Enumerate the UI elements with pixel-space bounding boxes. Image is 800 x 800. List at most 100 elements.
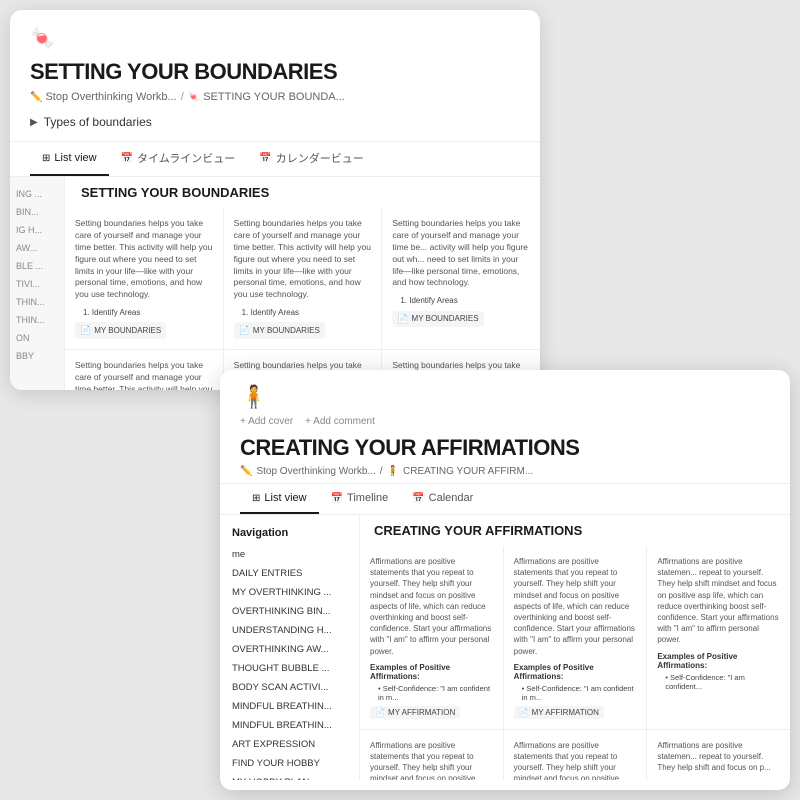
top-card-3: Setting boundaries helps you take care o… bbox=[65, 350, 223, 390]
bottom-card-text-3: Affirmations are positive statements tha… bbox=[370, 740, 493, 780]
add-actions: + Add cover + Add comment bbox=[240, 416, 770, 427]
top-card-2: Setting boundaries helps you take care o… bbox=[382, 208, 540, 349]
bottom-card-5: Affirmations are positive statemen... re… bbox=[647, 730, 790, 780]
top-panel: 🍬 SETTING YOUR BOUNDARIES ✏️ Stop Overth… bbox=[10, 10, 540, 390]
person-icon: 🧍 bbox=[240, 384, 770, 410]
logo-icon: 🍬 bbox=[30, 26, 520, 51]
bottom-breadcrumb-sep: / bbox=[380, 466, 383, 477]
sidebar-item-4[interactable]: BLE ... bbox=[10, 257, 64, 275]
bottom-main: CREATING YOUR AFFIRMATIONS Affirmations … bbox=[360, 515, 790, 780]
bottom-breadcrumb: ✏️ Stop Overthinking Workb... / 🧍 CREATI… bbox=[240, 466, 770, 477]
sidebar-item-8[interactable]: ON bbox=[10, 329, 64, 347]
nav-item-5[interactable]: OVERTHINKING AW... bbox=[220, 640, 359, 659]
nav-item-11[interactable]: FIND YOUR HOBBY bbox=[220, 754, 359, 773]
nav-item-8[interactable]: MINDFUL BREATHIN... bbox=[220, 697, 359, 716]
bottom-card-2: Affirmations are positive statemen... re… bbox=[647, 546, 790, 729]
nav-item-10[interactable]: ART EXPRESSION bbox=[220, 735, 359, 754]
bottom-card-text-0: Affirmations are positive statements tha… bbox=[370, 556, 493, 657]
top-panel-title: SETTING YOUR BOUNDARIES bbox=[30, 59, 520, 85]
bottom-card-0: Affirmations are positive statements tha… bbox=[360, 546, 503, 729]
candy-icon: 🍬 bbox=[188, 92, 200, 103]
tab-list-view[interactable]: ⊞ List view bbox=[30, 142, 109, 176]
top-panel-header: 🍬 SETTING YOUR BOUNDARIES ✏️ Stop Overth… bbox=[10, 10, 540, 142]
top-main: SETTING YOUR BOUNDARIES Setting boundari… bbox=[65, 177, 540, 390]
bottom-tab-timeline[interactable]: 📅 Timeline bbox=[319, 484, 401, 514]
top-card-0: Setting boundaries helps you take care o… bbox=[65, 208, 223, 349]
sidebar-item-5[interactable]: TIVI... bbox=[10, 275, 64, 293]
card-text-1: Setting boundaries helps you take care o… bbox=[234, 218, 372, 301]
nav-item-1[interactable]: DAILY ENTRIES bbox=[220, 564, 359, 583]
bottom-panel-title: CREATING YOUR AFFIRMATIONS bbox=[240, 435, 770, 461]
bottom-list-icon: ⊞ bbox=[252, 493, 260, 504]
bottom-timeline-icon: 📅 bbox=[331, 493, 343, 504]
card-text-0: Setting boundaries helps you take care o… bbox=[75, 218, 213, 301]
calendar-icon-2: 📅 bbox=[259, 153, 271, 164]
bottom-card-text-1: Affirmations are positive statements tha… bbox=[514, 556, 637, 657]
bottom-card-bullet-0: • Self-Confidence: "I am confident in m.… bbox=[378, 684, 493, 702]
bottom-section-title: CREATING YOUR AFFIRMATIONS bbox=[360, 515, 790, 546]
bottom-tab-timeline-label: Timeline bbox=[347, 492, 388, 504]
top-breadcrumb: ✏️ Stop Overthinking Workb... / 🍬 SETTIN… bbox=[30, 91, 520, 103]
toggle-section[interactable]: ▶ Types of boundaries bbox=[30, 111, 520, 133]
bottom-tab-calendar[interactable]: 📅 Calendar bbox=[400, 484, 485, 514]
sidebar-item-2[interactable]: IG H... bbox=[10, 221, 64, 239]
add-cover-button[interactable]: + Add cover bbox=[240, 416, 293, 427]
card-tag-1: 📄 MY BOUNDARIES bbox=[234, 322, 325, 339]
bottom-breadcrumb-icon-2: 🧍 bbox=[387, 466, 399, 477]
bottom-card-3: Affirmations are positive statements tha… bbox=[360, 730, 503, 780]
bottom-card-bullet-2: • Self-Confidence: "I am confident... bbox=[665, 673, 780, 691]
nav-item-0[interactable]: me bbox=[220, 545, 359, 564]
bottom-card-example-1: Examples of Positive Affirmations: bbox=[514, 663, 637, 681]
breadcrumb-label-1: Stop Overthinking Workb... bbox=[45, 91, 176, 103]
doc-icon-2: 📄 bbox=[397, 313, 408, 326]
tab-calendar[interactable]: 📅 カレンダービュー bbox=[247, 142, 375, 176]
bottom-card-4: Affirmations are positive statements tha… bbox=[504, 730, 647, 780]
tab-timeline-label: タイムラインビュー bbox=[137, 150, 235, 166]
breadcrumb-item-2[interactable]: 🍬 SETTING YOUR BOUNDA... bbox=[188, 91, 345, 103]
bottom-tab-list-label: List view bbox=[264, 492, 306, 504]
sidebar-item-3[interactable]: AW... bbox=[10, 239, 64, 257]
nav-item-7[interactable]: BODY SCAN ACTIVI... bbox=[220, 678, 359, 697]
nav-item-2[interactable]: MY OVERTHINKING ... bbox=[220, 583, 359, 602]
sidebar-item-0[interactable]: ING ... bbox=[10, 185, 64, 203]
add-comment-button[interactable]: + Add comment bbox=[305, 416, 375, 427]
bottom-tab-list[interactable]: ⊞ List view bbox=[240, 484, 319, 514]
tab-calendar-label: カレンダービュー bbox=[276, 150, 364, 166]
bottom-tab-calendar-label: Calendar bbox=[429, 492, 474, 504]
tab-list-label: List view bbox=[54, 152, 96, 164]
bottom-doc-icon-0: 📄 bbox=[375, 708, 385, 717]
card-list-0: 1. Identify Areas bbox=[83, 307, 213, 318]
card-text-3: Setting boundaries helps you take care o… bbox=[75, 360, 213, 390]
nav-item-12[interactable]: MY HOBBY PLAN... bbox=[220, 773, 359, 780]
card-list-2: 1. Identify Areas bbox=[400, 295, 530, 306]
breadcrumb-item-1[interactable]: ✏️ Stop Overthinking Workb... bbox=[30, 91, 177, 103]
bottom-panel: 🧍 + Add cover + Add comment CREATING YOU… bbox=[220, 370, 790, 790]
tab-timeline[interactable]: 📅 タイムラインビュー bbox=[109, 142, 248, 176]
top-card-1: Setting boundaries helps you take care o… bbox=[224, 208, 382, 349]
sidebar-item-6[interactable]: THIN... bbox=[10, 293, 64, 311]
bottom-content: Navigation me DAILY ENTRIES MY OVERTHINK… bbox=[220, 515, 790, 780]
bottom-card-text-4: Affirmations are positive statements tha… bbox=[514, 740, 637, 780]
bottom-header: 🧍 + Add cover + Add comment CREATING YOU… bbox=[220, 370, 790, 484]
nav-item-3[interactable]: OVERTHINKING BIN... bbox=[220, 602, 359, 621]
doc-icon-0: 📄 bbox=[80, 324, 91, 337]
top-sidebar: ING ... BIN... IG H... AW... BLE ... TIV… bbox=[10, 177, 65, 390]
toggle-label: Types of boundaries bbox=[44, 115, 152, 129]
bottom-card-example-0: Examples of Positive Affirmations: bbox=[370, 663, 493, 681]
bottom-card-text-2: Affirmations are positive statemen... re… bbox=[657, 556, 780, 646]
bottom-card-tag-0: 📄 MY AFFIRMATION bbox=[370, 706, 460, 719]
doc-icon-1: 📄 bbox=[239, 324, 250, 337]
sidebar-item-9[interactable]: BBY bbox=[10, 347, 64, 365]
bottom-card-example-2: Examples of Positive Affirmations: bbox=[657, 652, 780, 670]
list-icon: ⊞ bbox=[42, 153, 50, 164]
card-tag-0: 📄 MY BOUNDARIES bbox=[75, 322, 166, 339]
breadcrumb-sep: / bbox=[181, 91, 184, 103]
bottom-card-text-5: Affirmations are positive statemen... re… bbox=[657, 740, 780, 774]
card-tag-2: 📄 MY BOUNDARIES bbox=[392, 311, 483, 328]
toggle-arrow-icon: ▶ bbox=[30, 117, 38, 128]
nav-item-4[interactable]: UNDERSTANDING H... bbox=[220, 621, 359, 640]
nav-item-9[interactable]: MINDFUL BREATHIN... bbox=[220, 716, 359, 735]
nav-item-6[interactable]: THOUGHT BUBBLE ... bbox=[220, 659, 359, 678]
sidebar-item-7[interactable]: THIN... bbox=[10, 311, 64, 329]
sidebar-item-1[interactable]: BIN... bbox=[10, 203, 64, 221]
